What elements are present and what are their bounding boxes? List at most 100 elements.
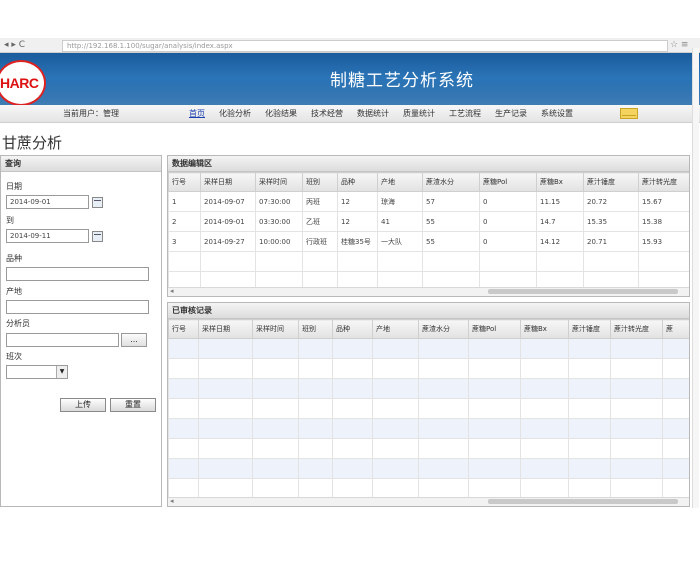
menu-item[interactable]: 质量统计: [396, 105, 442, 122]
table-cell[interactable]: 12: [337, 211, 378, 232]
browse-button[interactable]: ...: [121, 333, 147, 347]
date-from-input[interactable]: 2014-09-01: [6, 195, 89, 209]
table-cell[interactable]: 12: [337, 191, 378, 212]
table-cell[interactable]: 乙班: [302, 211, 338, 232]
column-header[interactable]: 班别: [302, 172, 338, 192]
address-bar[interactable]: http://192.168.1.100/sugar/analysis/inde…: [62, 40, 668, 52]
column-header[interactable]: 采样日期: [198, 319, 253, 339]
empty-row: [168, 338, 689, 359]
table-row[interactable]: 2 2014-09-01 03:30:00 乙班 12 41 55 0 14.7 15.35 15.…: [168, 211, 689, 232]
calendar-icon[interactable]: [92, 197, 103, 208]
audited-records-table: 行号 采样日期 采样时间 班别 品种 产地 蔗渣水分 蔗糖Pol 蔗糖Bx 蔗汁锤度 蔗汁转光度蔗: [168, 319, 689, 506]
origin-label: 产地: [6, 287, 22, 296]
column-header[interactable]: 品种: [332, 319, 373, 339]
browser-nav-icons[interactable]: ◂ ▸ C: [4, 38, 60, 52]
table-cell[interactable]: 15.67: [638, 191, 689, 212]
column-header[interactable]: 产地: [372, 319, 419, 339]
shift-label: 班次: [6, 352, 22, 361]
table-cell[interactable]: 一大队: [377, 231, 423, 252]
column-header[interactable]: 产地: [377, 172, 423, 192]
menu-item[interactable]: 数据统计: [350, 105, 396, 122]
column-header[interactable]: 蔗渣水分: [418, 319, 469, 339]
chevron-down-icon[interactable]: ▼: [56, 366, 67, 378]
table-cell[interactable]: 0: [479, 211, 537, 232]
browser-star-icon[interactable]: ☆ ≡: [670, 38, 688, 52]
column-header[interactable]: 蔗汁锤度: [583, 172, 639, 192]
table-cell[interactable]: 57: [422, 191, 480, 212]
table-cell[interactable]: 行政班: [302, 231, 338, 252]
table-cell[interactable]: 11.15: [536, 191, 584, 212]
column-header[interactable]: 蔗汁锤度: [568, 319, 611, 339]
table-cell[interactable]: 55: [422, 231, 480, 252]
column-header[interactable]: 行号: [168, 319, 199, 339]
calendar-icon[interactable]: [92, 231, 103, 242]
column-header[interactable]: 采样时间: [255, 172, 303, 192]
menu-item[interactable]: 工艺流程: [442, 105, 488, 122]
scrollbar-thumb[interactable]: [488, 499, 678, 504]
column-header[interactable]: 采样时间: [252, 319, 299, 339]
menu-item[interactable]: 化验分析: [212, 105, 258, 122]
column-header[interactable]: 蔗糖Pol: [479, 172, 537, 192]
scroll-left-icon[interactable]: ◂: [170, 287, 174, 295]
browser-toolbar: ◂ ▸ C http://192.168.1.100/sugar/analysi…: [0, 38, 700, 53]
upload-button[interactable]: 上传: [60, 398, 106, 412]
date-to-input[interactable]: 2014-09-11: [6, 229, 89, 243]
scrollbar-thumb[interactable]: [488, 289, 678, 294]
column-header[interactable]: 品种: [337, 172, 378, 192]
table-cell[interactable]: 2014-09-01: [200, 211, 256, 232]
table-cell[interactable]: 03:30:00: [255, 211, 303, 232]
column-header[interactable]: 采样日期: [200, 172, 256, 192]
column-header[interactable]: 蔗渣水分: [422, 172, 480, 192]
table-cell[interactable]: 15.35: [583, 211, 639, 232]
table-cell[interactable]: 15.93: [638, 231, 689, 252]
variety-input[interactable]: [6, 267, 149, 281]
page-vertical-scrollbar[interactable]: [692, 48, 699, 508]
table-cell[interactable]: 0: [479, 231, 537, 252]
origin-input[interactable]: [6, 300, 149, 314]
empty-row: [168, 458, 689, 479]
table-cell[interactable]: 20.71: [583, 231, 639, 252]
menu-item[interactable]: 技术经营: [304, 105, 350, 122]
table-row[interactable]: 3 2014-09-27 10:00:00 行政班 桂糖35号 一大队 55 0 14.12 20…: [168, 231, 689, 252]
empty-row: [168, 398, 689, 419]
menu-item[interactable]: 系统设置: [534, 105, 580, 122]
column-header[interactable]: 蔗: [662, 319, 689, 339]
table-cell[interactable]: 2: [168, 211, 201, 232]
table-cell[interactable]: 14.7: [536, 211, 584, 232]
table-cell[interactable]: 桂糖35号: [337, 231, 378, 252]
table-cell[interactable]: 55: [422, 211, 480, 232]
column-header[interactable]: 蔗糖Bx: [520, 319, 569, 339]
table-cell[interactable]: 14.12: [536, 231, 584, 252]
analyst-input[interactable]: [6, 333, 119, 347]
reset-button[interactable]: 重置: [110, 398, 156, 412]
shift-select[interactable]: ▼: [6, 365, 68, 379]
table-row[interactable]: 1 2014-09-07 07:30:00 丙班 12 琼海 57 0 11.15 20.72 15…: [168, 191, 689, 212]
column-header[interactable]: 蔗汁转光度: [610, 319, 663, 339]
column-header[interactable]: 蔗糖Pol: [468, 319, 521, 339]
mail-icon[interactable]: [620, 108, 638, 119]
table-cell[interactable]: 琼海: [377, 191, 423, 212]
table-cell[interactable]: 15.38: [638, 211, 689, 232]
column-header[interactable]: 蔗汁转光度: [638, 172, 689, 192]
horizontal-scrollbar[interactable]: ◂: [168, 287, 689, 296]
table-cell[interactable]: 2014-09-07: [200, 191, 256, 212]
table-cell[interactable]: 2014-09-27: [200, 231, 256, 252]
system-title: 制糖工艺分析系统: [330, 71, 474, 91]
table-cell[interactable]: 1: [168, 191, 201, 212]
table-cell[interactable]: 07:30:00: [255, 191, 303, 212]
scroll-left-icon[interactable]: ◂: [170, 497, 174, 505]
column-header[interactable]: 班别: [298, 319, 333, 339]
menu-item[interactable]: 首页: [182, 105, 212, 122]
menu-item[interactable]: 生产记录: [488, 105, 534, 122]
menu-item[interactable]: 化验结果: [258, 105, 304, 122]
audited-records-panel: 已审核记录 行号 采样日期 采样时间 班别 品种 产地 蔗渣水分 蔗糖Pol 蔗糖Bx 蔗汁锤度蔗…: [167, 302, 690, 507]
table-cell[interactable]: 10:00:00: [255, 231, 303, 252]
column-header[interactable]: 行号: [168, 172, 201, 192]
column-header[interactable]: 蔗糖Bx: [536, 172, 584, 192]
table-cell[interactable]: 3: [168, 231, 201, 252]
table-cell[interactable]: 20.72: [583, 191, 639, 212]
table-cell[interactable]: 丙班: [302, 191, 338, 212]
table-cell[interactable]: 41: [377, 211, 423, 232]
horizontal-scrollbar[interactable]: ◂: [168, 497, 689, 506]
table-cell[interactable]: 0: [479, 191, 537, 212]
